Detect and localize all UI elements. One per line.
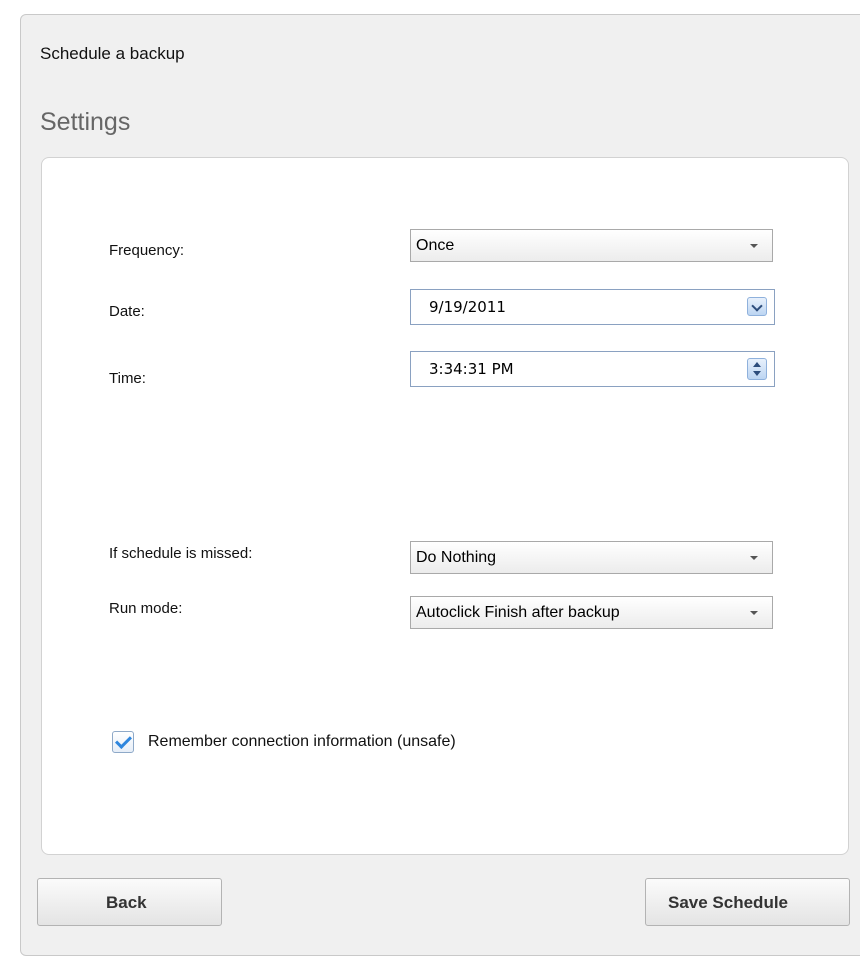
missed-value: Do Nothing bbox=[416, 549, 497, 566]
remember-label[interactable]: Remember connection information (unsafe) bbox=[148, 733, 456, 751]
dialog-title: Schedule a backup bbox=[40, 44, 185, 63]
checkmark-icon bbox=[115, 732, 132, 749]
frequency-select[interactable]: Once bbox=[410, 229, 773, 262]
date-value: 9/19/2011 bbox=[429, 298, 506, 316]
frequency-value: Once bbox=[416, 237, 455, 254]
missed-select[interactable]: Do Nothing bbox=[410, 541, 773, 574]
time-input[interactable]: 3:34:31 PM bbox=[410, 351, 775, 387]
back-button[interactable]: Back bbox=[37, 878, 222, 926]
spin-down-icon[interactable] bbox=[753, 371, 761, 376]
back-button-label: Back bbox=[106, 893, 147, 912]
missed-label: If schedule is missed: bbox=[109, 545, 253, 562]
save-schedule-label: Save Schedule bbox=[668, 893, 789, 912]
chevron-down-icon bbox=[750, 611, 758, 615]
date-picker[interactable]: 9/19/2011 bbox=[410, 289, 775, 325]
run-mode-select[interactable]: Autoclick Finish after backup bbox=[410, 596, 773, 629]
remember-checkbox[interactable] bbox=[112, 731, 134, 753]
time-value: 3:34:31 PM bbox=[429, 360, 514, 378]
section-heading: Settings bbox=[40, 108, 131, 136]
time-label: Time: bbox=[109, 370, 146, 387]
chevron-down-icon bbox=[750, 244, 758, 248]
chevron-down-icon bbox=[750, 556, 758, 560]
calendar-dropdown-icon[interactable] bbox=[747, 297, 767, 316]
run-mode-label: Run mode: bbox=[109, 600, 183, 617]
spin-up-icon[interactable] bbox=[753, 362, 761, 367]
spinner-arrows-icon[interactable] bbox=[747, 358, 767, 380]
date-label: Date: bbox=[109, 303, 145, 320]
run-mode-value: Autoclick Finish after backup bbox=[416, 604, 620, 621]
frequency-label: Frequency: bbox=[109, 242, 185, 259]
save-schedule-button[interactable]: Save Schedule bbox=[645, 878, 850, 926]
